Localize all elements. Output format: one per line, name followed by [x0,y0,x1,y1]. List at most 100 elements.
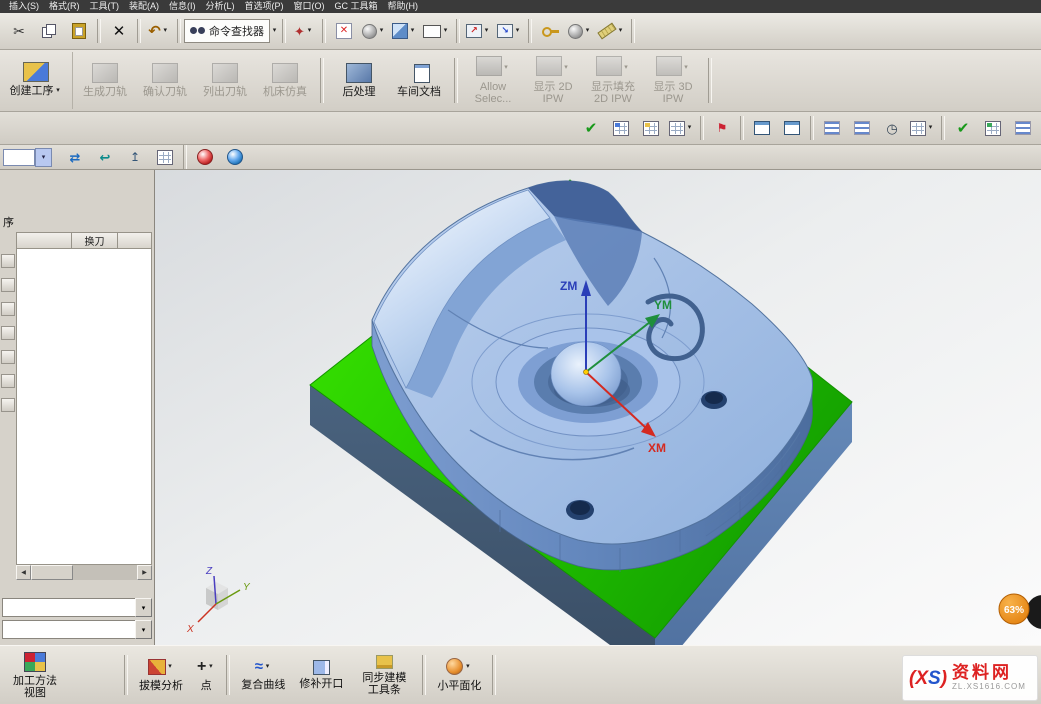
unlock-button[interactable] [535,17,565,45]
command-finder-button[interactable]: 命令查找器 [184,19,270,43]
reuse-library-icon[interactable] [1,350,15,364]
chevron-down-icon[interactable]: ▾ [270,26,279,36]
shop-documentation-button[interactable]: 车间文档 [389,62,449,100]
layer-combo[interactable]: ▾ [3,148,52,167]
edit-list-button[interactable] [847,114,877,142]
patch-opening-button[interactable]: 修补开口 [292,658,350,692]
clipboard-icon [72,23,86,39]
feedback-button[interactable]: ⚑ [707,114,737,142]
separator [97,19,101,43]
restore-window-button[interactable]: ↗▾ [463,17,494,45]
graphics-viewport[interactable]: ZM YM XM Z Y X [155,170,1041,645]
promote-button[interactable]: ↥ [120,143,150,171]
cancel-button[interactable]: ✕ [329,17,359,45]
minimize-window-button[interactable]: ↘▾ [494,17,525,45]
menu-assemblies[interactable]: 装配(A) [124,0,164,13]
orient-view-button[interactable]: ▾ [565,17,595,45]
back-arrow-icon: ↩ [100,151,111,164]
toolpath-list-button[interactable] [606,114,636,142]
touch-mode-button[interactable]: ✦▾ [289,17,319,45]
composite-curve-button[interactable]: ≈▾ 复合曲线 [234,657,292,693]
draft-analysis-button[interactable]: ▾ 拔模分析 [132,657,190,694]
view-filter-field-1[interactable] [2,598,135,617]
info-list-button[interactable] [1008,114,1038,142]
scroll-right-button[interactable]: ▶ [137,565,152,580]
verify-geometry-button[interactable]: ✔ [948,114,978,142]
swap-view-button[interactable]: ⇄ [60,143,90,171]
chevron-down-icon: ▾ [513,26,522,36]
show-filled-2d-ipw-button[interactable]: ▾ 显示填充 2D IPW [583,54,643,107]
mini-grid-button[interactable] [150,143,180,171]
show-3d-ipw-button[interactable]: ▾ 显示 3D IPW [643,54,703,107]
show-2d-ipw-button[interactable]: ▾ 显示 2D IPW [523,54,583,107]
shaded-view-button[interactable]: ▾ [359,17,389,45]
column-tool-change-header[interactable]: 换刀 [72,232,118,249]
scissors-icon: ✂ [13,24,25,38]
scrollbar-track[interactable] [31,565,137,580]
point-button[interactable]: +▾ 点 [190,657,222,694]
generate-toolpath-button[interactable]: 生成刀轨 [75,61,135,100]
list-icon [1015,121,1031,135]
menu-window[interactable]: 窗口(O) [289,0,330,13]
create-operation-button[interactable]: 创建工序▾ [6,60,66,101]
menu-format[interactable]: 格式(R) [44,0,85,13]
swap-arrows-icon: ⇄ [70,151,81,164]
facet-body-button[interactable]: ▾ 小平面化 [430,656,488,694]
time-estimate-button[interactable]: ◷ [877,114,907,142]
operations-list-button[interactable] [817,114,847,142]
render-style-blue-button[interactable] [220,143,250,171]
scrollbar-thumb[interactable] [31,565,73,580]
machining-method-view-button[interactable]: 加工方法 视图 [6,650,64,701]
palette-icon[interactable] [1,398,15,412]
machined-model: ZM YM XM [310,180,852,645]
hd3d-tools-icon[interactable] [1,374,15,388]
menu-help[interactable]: 帮助(H) [383,0,424,13]
rectangle-select-button[interactable]: ▾ [420,17,453,45]
machine-simulation-button[interactable]: 机床仿真 [255,61,315,100]
menu-tools[interactable]: 工具(T) [85,0,125,13]
machine-navigator-icon[interactable] [1,278,15,292]
ipw-compare-button[interactable] [636,114,666,142]
analysis-table-button[interactable] [978,114,1008,142]
layer-combo-dropdown[interactable]: ▾ [35,148,52,167]
chevron-down-icon: ▾ [926,123,935,133]
postprocess-button[interactable]: 后处理 [329,61,389,100]
report-button[interactable]: ▾ [666,114,697,142]
layer-combo-field[interactable] [3,149,35,166]
cut-button[interactable]: ✂ [4,17,34,45]
synchronous-modeling-button[interactable]: 同步建模工具条 [350,653,418,698]
verify-toolpath-button[interactable]: 确认刀轨 [135,61,195,100]
undo-button[interactable]: ↶▾ [144,17,174,45]
back-view-button[interactable]: ↩ [90,143,120,171]
verify-program-button[interactable]: ✔ [576,114,606,142]
menu-preferences[interactable]: 首选项(P) [240,0,289,13]
window-layout-button-1[interactable] [747,114,777,142]
allow-selection-button[interactable]: ▾ Allow Selec... [463,54,523,107]
measure-distance-button[interactable]: ▾ [595,17,628,45]
column-extra-header[interactable] [118,232,152,249]
operation-navigator-icon[interactable] [1,254,15,268]
scroll-left-button[interactable]: ◀ [16,565,31,580]
generate-toolpath-icon [92,63,118,83]
view-filter-field-2[interactable] [2,620,135,639]
render-style-red-button[interactable] [190,143,220,171]
delete-button[interactable]: ✕ [104,17,134,45]
menu-analysis[interactable]: 分析(L) [201,0,240,13]
list-toolpath-button[interactable]: 列出刀轨 [195,61,255,100]
view-filter-dropdown-2[interactable]: ▾ [135,620,152,639]
point-label: 点 [201,680,212,692]
paste-button[interactable] [64,17,94,45]
check-icon: ✔ [585,121,598,136]
menu-insert[interactable]: 插入(S) [4,0,44,13]
assembly-navigator-icon[interactable] [1,326,15,340]
window-layout-button-2[interactable] [777,114,807,142]
isometric-view-button[interactable]: ▾ [389,17,420,45]
copy-button[interactable] [34,17,64,45]
grid-settings-button[interactable]: ▾ [907,114,938,142]
view-filter-dropdown-1[interactable]: ▾ [135,598,152,617]
geometry-navigator-icon[interactable] [1,302,15,316]
operation-tree[interactable] [16,249,152,565]
menu-information[interactable]: 信息(I) [164,0,201,13]
menu-gc-toolbox[interactable]: GC 工具箱 [330,0,383,13]
column-name-header[interactable] [16,232,72,249]
